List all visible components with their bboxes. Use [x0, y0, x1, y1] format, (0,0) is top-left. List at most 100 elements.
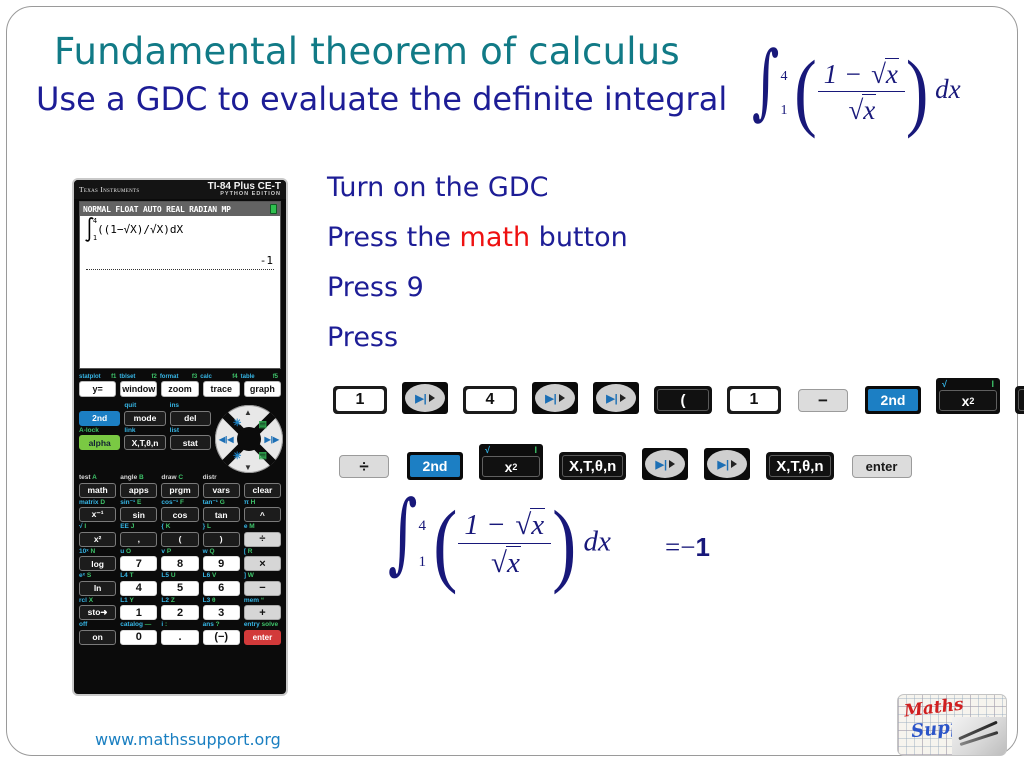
- calculator-branding: Texas Instruments TI-84 Plus CE-T PYTHON…: [74, 180, 286, 199]
- radical-denominator: √x: [489, 546, 521, 580]
- calc-key-del[interactable]: del: [169, 410, 211, 426]
- dpad-hub: [237, 427, 261, 451]
- calc-key-ln[interactable]: ln: [79, 580, 117, 596]
- calc-key-0[interactable]: 0: [120, 629, 158, 645]
- calc-key-enter[interactable]: enter: [243, 629, 282, 645]
- key-x-squared[interactable]: √ I x2: [936, 378, 1000, 414]
- lower-limit: 1: [780, 101, 788, 118]
- calculator-dpad[interactable]: ◀|◀ ▶|▶ ▲ ▼ ✳ ▤ ✳ ▤: [215, 403, 283, 475]
- key-1b[interactable]: 1: [727, 386, 781, 414]
- volume-down-icon[interactable]: ▤: [258, 450, 267, 461]
- website-url[interactable]: www.mathssupport.org: [95, 730, 281, 749]
- instruction-item-3: Press 9: [327, 272, 747, 303]
- calc-key-plus[interactable]: +: [243, 605, 282, 620]
- calc-key-on[interactable]: on: [79, 629, 117, 645]
- calculator-mid-left-keys: quit ins 2nd mode del A-lock link list a…: [79, 402, 211, 475]
- right-arrow-icon[interactable]: ▶|: [642, 448, 689, 480]
- right-arrow-icon[interactable]: ▶|▶: [264, 435, 279, 444]
- calc-key-decimal[interactable]: .: [161, 629, 199, 645]
- key-divide[interactable]: ÷: [337, 453, 391, 480]
- brightness-up-icon[interactable]: ✳: [233, 418, 241, 429]
- calc-key-window[interactable]: window: [120, 381, 158, 397]
- calc-key-clear[interactable]: clear: [243, 482, 282, 498]
- calculator-ti84[interactable]: Texas Instruments TI-84 Plus CE-T PYTHON…: [72, 178, 288, 696]
- calc-key-prgm[interactable]: prgm: [161, 482, 199, 498]
- key-2nd[interactable]: 2nd: [407, 452, 463, 480]
- calc-key-2[interactable]: 2: [161, 605, 199, 620]
- right-arrow-icon[interactable]: ▶|: [532, 382, 578, 414]
- volume-up-icon[interactable]: ▤: [258, 419, 267, 430]
- radicand: x: [530, 508, 546, 541]
- right-arrow-icon[interactable]: ▶|: [402, 382, 448, 414]
- upper-limit: 4: [418, 517, 427, 534]
- key-minus[interactable]: −: [796, 387, 850, 414]
- calc-key-2nd[interactable]: 2nd: [79, 410, 121, 426]
- calculator-row-0: on 0 . (−) enter: [79, 629, 282, 645]
- calc-key-multiply[interactable]: ×: [243, 556, 282, 571]
- calc-key-vars[interactable]: vars: [202, 482, 240, 498]
- calc-key-mode[interactable]: mode: [124, 410, 166, 426]
- calc-key-negate[interactable]: (−): [202, 629, 240, 645]
- key-sequence-row-2: ÷ 2nd √ I x2 X,T,θ,n ▶| ▶| X,T,θ,n enter: [337, 444, 914, 480]
- integral-symbol: ∫: [388, 483, 418, 585]
- calc-key-alpha[interactable]: alpha: [79, 435, 121, 450]
- calc-key-math[interactable]: math: [79, 482, 117, 498]
- radical-numerator: √x: [513, 508, 546, 542]
- calc-key-x-squared[interactable]: x²: [79, 531, 117, 547]
- calc-key-power[interactable]: ^: [243, 507, 282, 522]
- calc-key-tan[interactable]: tan: [202, 507, 240, 522]
- model-name: TI-84 Plus CE-T PYTHON EDITION: [207, 180, 281, 197]
- calc-key-comma[interactable]: ,: [120, 531, 158, 547]
- calc-key-store[interactable]: sto➜: [79, 605, 117, 620]
- calc-key-y-equals[interactable]: y=: [79, 381, 117, 397]
- down-arrow-icon[interactable]: ▼: [244, 463, 252, 472]
- calc-key-trace[interactable]: trace: [202, 381, 240, 397]
- calc-key-4[interactable]: 4: [120, 580, 158, 596]
- calc-key-stat[interactable]: stat: [169, 435, 211, 450]
- calc-key-right-paren[interactable]: ): [202, 531, 240, 547]
- calc-key-log[interactable]: log: [79, 556, 117, 571]
- brightness-down-icon[interactable]: ✳: [233, 451, 241, 462]
- calc-key-apps[interactable]: apps: [120, 482, 158, 498]
- calc-key-9[interactable]: 9: [202, 556, 240, 571]
- instruction-suffix: button: [530, 222, 628, 253]
- left-arrow-icon[interactable]: ◀|◀: [219, 435, 234, 444]
- calc-key-divide[interactable]: ÷: [243, 531, 282, 547]
- up-arrow-icon[interactable]: ▲: [244, 408, 252, 417]
- key-4[interactable]: 4: [463, 386, 517, 414]
- function-key-row: y= window zoom trace graph: [74, 380, 286, 401]
- fraction: 1 − √x √x: [817, 58, 905, 126]
- right-arrow-icon[interactable]: ▶|: [593, 382, 639, 414]
- calc-key-left-paren[interactable]: (: [161, 531, 199, 547]
- key-enter[interactable]: enter: [849, 453, 914, 480]
- key-xtthetan[interactable]: X,T,θ,n: [559, 452, 627, 480]
- calc-key-zoom[interactable]: zoom: [161, 381, 199, 397]
- calc-key-7[interactable]: 7: [120, 556, 158, 571]
- calc-key-5[interactable]: 5: [161, 580, 199, 596]
- integral-limits: 41: [418, 518, 426, 570]
- calc-key-3[interactable]: 3: [202, 605, 240, 620]
- differential: dx: [935, 74, 961, 105]
- calculator-screen: NORMAL FLOAT AUTO REAL RADIAN MP ∫ 4 1 ((1−…: [79, 201, 281, 369]
- key-left-paren[interactable]: (: [654, 386, 712, 414]
- calculator-row-trig: x⁻¹ sin cos tan ^: [79, 507, 282, 522]
- calc-key-8[interactable]: 8: [161, 556, 199, 571]
- fraction-numerator: 1 − √x: [818, 58, 905, 91]
- key-xtthetan[interactable]: X,T,θ,n: [766, 452, 834, 480]
- key-1[interactable]: 1: [333, 386, 387, 414]
- calc-key-minus[interactable]: −: [243, 580, 282, 596]
- calc-key-1[interactable]: 1: [120, 605, 158, 620]
- key-2nd[interactable]: 2nd: [865, 386, 921, 414]
- calc-key-x-inverse[interactable]: x⁻¹: [79, 507, 117, 522]
- calc-key-cos[interactable]: cos: [161, 507, 199, 522]
- calc-key-xtthetan[interactable]: X,T,θ,n: [124, 435, 166, 450]
- key-xtthetan[interactable]: X,T,θ,n: [1015, 386, 1024, 414]
- key-x-squared[interactable]: √ I x2: [479, 444, 543, 480]
- right-arrow-icon[interactable]: ▶|: [704, 448, 751, 480]
- left-paren: (: [794, 42, 817, 139]
- calc-key-sin[interactable]: sin: [120, 507, 158, 522]
- calc-key-6[interactable]: 6: [202, 580, 240, 596]
- calc-key-graph[interactable]: graph: [243, 381, 282, 397]
- slide-canvas: Fundamental theorem of calculus Use a GD…: [0, 0, 1024, 768]
- instruction-prefix: Press 9: [327, 272, 424, 303]
